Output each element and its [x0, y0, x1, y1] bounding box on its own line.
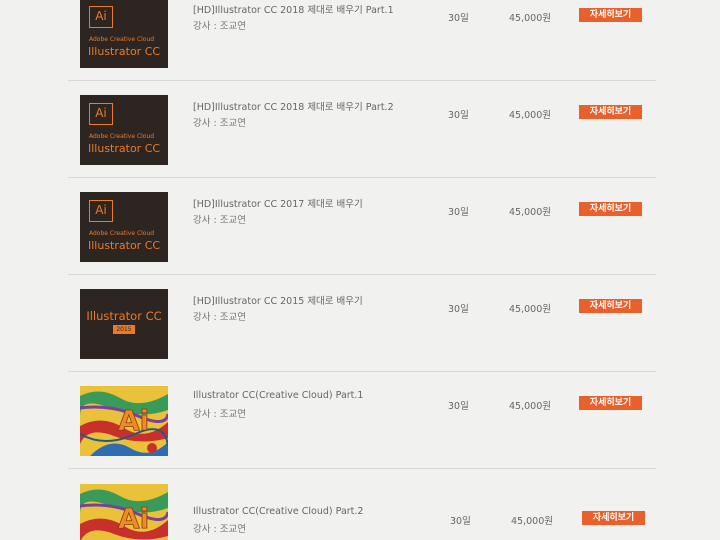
thumb-ai-text: Ai	[118, 502, 149, 535]
course-thumbnail[interactable]: Illustrator CC 2015	[80, 289, 168, 359]
course-thumbnail[interactable]: Ai Adobe Creative Cloud Illustrator CC	[80, 95, 168, 165]
thumb-brand-text: Adobe Creative Cloud	[89, 230, 155, 237]
illustrator-logo-icon: Ai	[89, 200, 113, 222]
thumb-brand-text: Adobe Creative Cloud	[89, 133, 155, 140]
illustrator-artwork-icon: Ai	[80, 386, 168, 456]
course-teacher: 강사 : 조교연	[193, 215, 246, 226]
course-duration: 30일	[448, 304, 469, 315]
course-duration: 30일	[450, 516, 471, 527]
course-title[interactable]: [HD]Illustrator CC 2018 제대로 배우기 Part.1	[193, 2, 394, 16]
course-duration: 30일	[448, 401, 469, 412]
course-price: 45,000원	[509, 207, 551, 218]
thumb-product-text: Illustrator CC	[88, 142, 161, 155]
thumb-year-badge: 2015	[113, 325, 135, 334]
course-title[interactable]: [HD]Illustrator CC 2017 제대로 배우기	[193, 196, 363, 210]
course-row: Ai Adobe Creative Cloud Illustrator CC […	[68, 0, 656, 81]
course-thumbnail[interactable]: Ai	[80, 484, 168, 540]
course-row: Illustrator CC 2015 [HD]Illustrator CC 2…	[68, 275, 656, 372]
course-price: 45,000원	[509, 304, 551, 315]
course-row: Ai Adobe Creative Cloud Illustrator CC […	[68, 81, 656, 178]
illustrator-logo-icon: Ai	[89, 6, 113, 28]
course-price: 45,000원	[511, 516, 553, 527]
course-teacher: 강사 : 조교연	[193, 21, 246, 32]
thumb-brand-text: Adobe Creative Cloud	[89, 36, 155, 43]
course-title[interactable]: Illustrator CC(Creative Cloud) Part.1	[193, 390, 363, 401]
course-duration: 30일	[448, 13, 469, 24]
course-teacher: 강사 : 조교연	[193, 118, 246, 129]
course-price: 45,000원	[509, 401, 551, 412]
course-title[interactable]: [HD]Illustrator CC 2018 제대로 배우기 Part.2	[193, 99, 394, 113]
thumb-ai-text: Ai	[118, 404, 149, 437]
course-thumbnail[interactable]: Ai Adobe Creative Cloud Illustrator CC	[80, 0, 168, 68]
thumb-product-text: Illustrator CC	[88, 239, 161, 252]
course-title[interactable]: [HD]Illustrator CC 2015 제대로 배우기	[193, 293, 363, 307]
course-row: Ai Illustrator CC(Creative Cloud) Part.2…	[68, 470, 656, 540]
detail-button[interactable]: 자세히보기	[579, 105, 642, 119]
detail-button[interactable]: 자세히보기	[579, 396, 642, 410]
thumb-product-text: Illustrator CC	[88, 45, 161, 58]
thumb-product-text: Illustrator CC	[86, 309, 162, 323]
course-price: 45,000원	[509, 13, 551, 24]
course-teacher: 강사 : 조교연	[193, 524, 246, 535]
detail-button[interactable]: 자세히보기	[579, 8, 642, 22]
detail-button[interactable]: 자세히보기	[582, 511, 645, 525]
course-teacher: 강사 : 조교연	[193, 312, 246, 323]
course-price: 45,000원	[509, 110, 551, 121]
course-duration: 30일	[448, 110, 469, 121]
course-row: Ai Adobe Creative Cloud Illustrator CC […	[68, 178, 656, 275]
course-title[interactable]: Illustrator CC(Creative Cloud) Part.2	[193, 506, 363, 517]
course-thumbnail[interactable]: Ai Adobe Creative Cloud Illustrator CC	[80, 192, 168, 262]
illustrator-artwork-icon: Ai	[80, 484, 168, 540]
detail-button[interactable]: 자세히보기	[579, 299, 642, 313]
detail-button[interactable]: 자세히보기	[579, 202, 642, 216]
course-teacher: 강사 : 조교연	[193, 409, 246, 420]
course-row: Ai Illustrator CC(Creative Cloud) Part.1…	[68, 372, 656, 469]
course-duration: 30일	[448, 207, 469, 218]
illustrator-logo-icon: Ai	[89, 103, 113, 125]
course-thumbnail[interactable]: Ai	[80, 386, 168, 456]
